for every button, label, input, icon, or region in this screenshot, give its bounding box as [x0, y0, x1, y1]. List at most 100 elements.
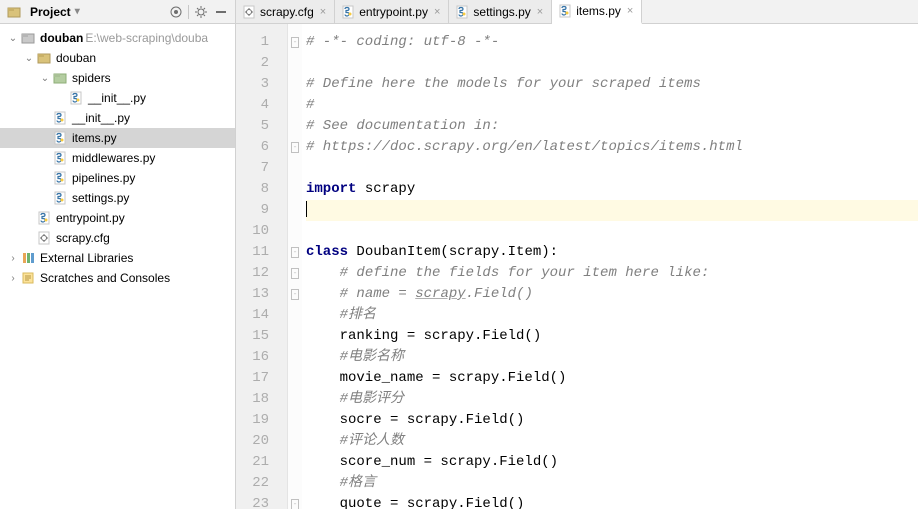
editor-gutter: 1234567891011121314151617181920212223 [236, 24, 288, 509]
project-tree[interactable]: ⌄douban E:\web-scraping\douba⌄douban⌄spi… [0, 24, 235, 509]
tree-item[interactable]: __init__.py [0, 108, 235, 128]
tree-item-label: pipelines.py [72, 171, 135, 185]
editor-tab[interactable]: settings.py× [449, 0, 552, 23]
py-icon [52, 170, 68, 186]
tree-expand-arrow[interactable]: ⌄ [38, 73, 52, 84]
line-number: 7 [236, 158, 269, 179]
close-icon[interactable]: × [318, 6, 328, 18]
project-panel: Project ▾ ⌄douban E:\web-scraping\douba⌄… [0, 0, 236, 509]
line-number: 18 [236, 389, 269, 410]
fold-marker[interactable]: - [291, 247, 300, 258]
tab-label: entrypoint.py [359, 5, 428, 19]
tree-item[interactable]: middlewares.py [0, 148, 235, 168]
py-icon [455, 5, 469, 19]
tree-item[interactable]: ⌄douban [0, 48, 235, 68]
tree-item[interactable]: › External Libraries [0, 248, 235, 268]
code-line[interactable]: #电影评分 [306, 389, 918, 410]
py-icon [36, 210, 52, 226]
line-number: 13 [236, 284, 269, 305]
tree-item[interactable]: __init__.py [0, 88, 235, 108]
line-number: 21 [236, 452, 269, 473]
tree-item-label: __init__.py [72, 111, 130, 125]
project-panel-title: Project [30, 5, 71, 19]
code-line[interactable] [306, 221, 918, 242]
line-number: 19 [236, 410, 269, 431]
line-number: 11 [236, 242, 269, 263]
scratch-icon [20, 270, 36, 286]
collapse-icon[interactable] [213, 4, 229, 20]
editor-tab[interactable]: scrapy.cfg × [236, 0, 335, 23]
line-number: 1 [236, 32, 269, 53]
code-line[interactable]: # See documentation in: [306, 116, 918, 137]
tree-expand-arrow[interactable]: ⌄ [6, 33, 20, 44]
gear-icon[interactable] [193, 4, 209, 20]
tree-item-label: scrapy.cfg [56, 231, 110, 245]
code-line[interactable]: socre = scrapy.Field() [306, 410, 918, 431]
lib-icon [20, 250, 36, 266]
tree-item[interactable]: ⌄douban E:\web-scraping\douba [0, 28, 235, 48]
line-number: 15 [236, 326, 269, 347]
fold-marker[interactable]: - [291, 499, 300, 509]
close-icon[interactable]: × [625, 5, 635, 17]
tree-item[interactable]: scrapy.cfg [0, 228, 235, 248]
py-icon [52, 130, 68, 146]
tree-item[interactable]: settings.py [0, 188, 235, 208]
project-icon [6, 4, 22, 20]
line-number: 22 [236, 473, 269, 494]
code-line[interactable]: #电影名称 [306, 347, 918, 368]
tree-item[interactable]: ⌄ spiders [0, 68, 235, 88]
code-line[interactable]: # https://doc.scrapy.org/en/latest/topic… [306, 137, 918, 158]
code-line[interactable] [306, 158, 918, 179]
code-line[interactable]: class DoubanItem(scrapy.Item): [306, 242, 918, 263]
py-icon [68, 90, 84, 106]
line-number: 9 [236, 200, 269, 221]
close-icon[interactable]: × [535, 6, 545, 18]
code-line[interactable]: movie_name = scrapy.Field() [306, 368, 918, 389]
code-line[interactable]: #格言 [306, 473, 918, 494]
code-line[interactable]: # [306, 95, 918, 116]
code-line[interactable]: score_num = scrapy.Field() [306, 452, 918, 473]
line-number: 4 [236, 95, 269, 116]
code-line[interactable] [306, 200, 918, 221]
code-line[interactable]: # Define here the models for your scrape… [306, 74, 918, 95]
code-line[interactable]: import scrapy [306, 179, 918, 200]
tree-expand-arrow[interactable]: ⌄ [22, 53, 36, 64]
py-icon [52, 110, 68, 126]
editor-fold-column[interactable]: - - - - - - [288, 24, 302, 509]
py-icon [341, 5, 355, 19]
tree-item-selected[interactable]: items.py [0, 128, 235, 148]
tree-item[interactable]: entrypoint.py [0, 208, 235, 228]
folder-icon [36, 50, 52, 66]
code-line[interactable]: #排名 [306, 305, 918, 326]
close-icon[interactable]: × [432, 6, 442, 18]
code-line[interactable]: quote = scrapy.Field() [306, 494, 918, 509]
tree-item-label: settings.py [72, 191, 129, 205]
target-icon[interactable] [168, 4, 184, 20]
code-line[interactable]: #评论人数 [306, 431, 918, 452]
tree-item-label: External Libraries [40, 251, 133, 265]
code-line[interactable]: # define the fields for your item here l… [306, 263, 918, 284]
code-line[interactable]: # name = scrapy.Field() [306, 284, 918, 305]
line-number: 16 [236, 347, 269, 368]
code-line[interactable]: ranking = scrapy.Field() [306, 326, 918, 347]
tree-expand-arrow[interactable]: › [6, 253, 20, 264]
tree-item-label: __init__.py [88, 91, 146, 105]
tree-item[interactable]: ›Scratches and Consoles [0, 268, 235, 288]
fold-marker[interactable]: - [291, 37, 300, 48]
fold-marker[interactable]: - [291, 289, 300, 300]
code-line[interactable]: # -*- coding: utf-8 -*- [306, 32, 918, 53]
fold-marker[interactable]: - [291, 142, 300, 153]
tree-item[interactable]: pipelines.py [0, 168, 235, 188]
py-icon [52, 190, 68, 206]
tree-item-label: spiders [72, 71, 111, 85]
line-number: 23 [236, 494, 269, 509]
tree-expand-arrow[interactable]: › [6, 273, 20, 284]
editor-tab[interactable]: entrypoint.py × [335, 0, 449, 23]
editor-tabs: scrapy.cfg×entrypoint.py×settings.py×ite… [236, 0, 918, 24]
line-number: 3 [236, 74, 269, 95]
editor-tab-active[interactable]: items.py× [552, 0, 642, 24]
code-line[interactable] [306, 53, 918, 74]
fold-marker[interactable]: - [291, 268, 300, 279]
editor-code-area[interactable]: # -*- coding: utf-8 -*- # Define here the… [302, 24, 918, 509]
tab-label: scrapy.cfg [260, 5, 314, 19]
